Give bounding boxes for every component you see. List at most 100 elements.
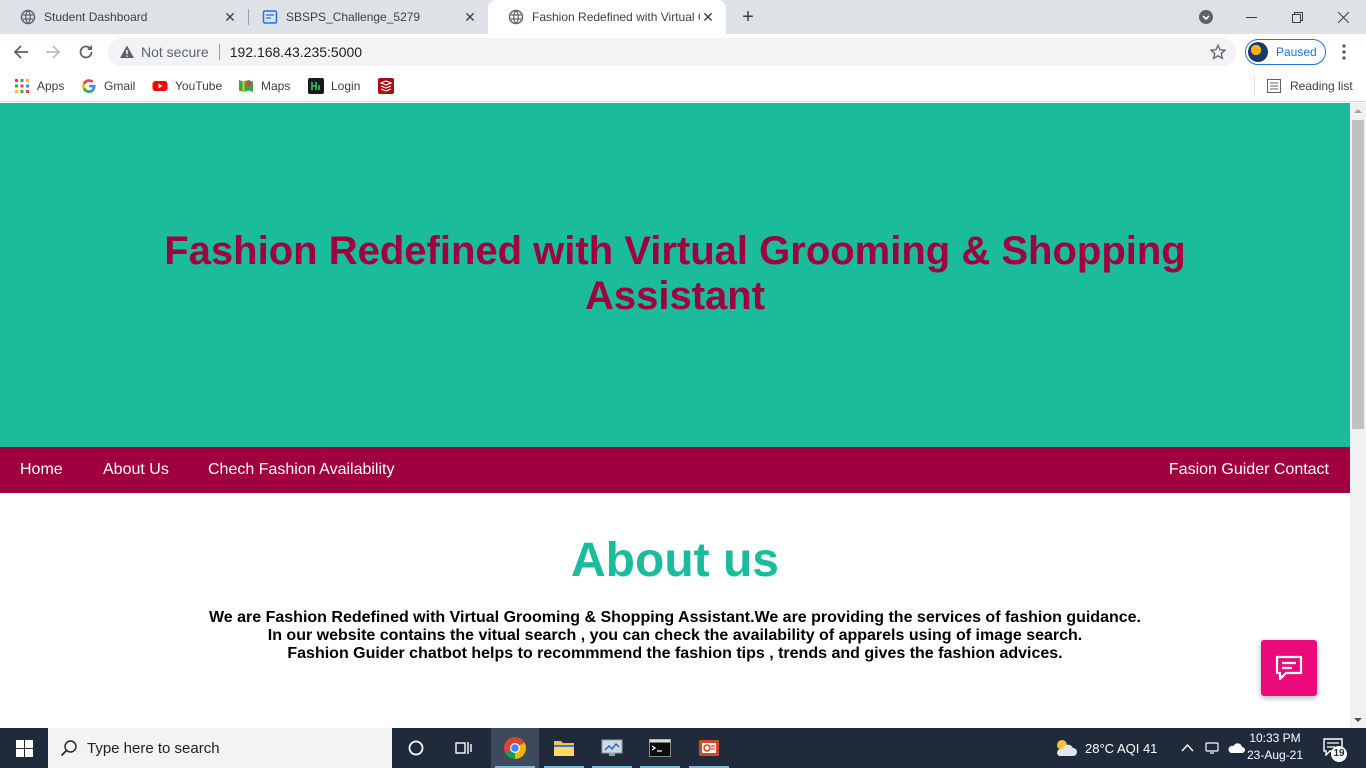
warning-icon[interactable] [119, 44, 135, 60]
bookmark-login[interactable]: Login [308, 76, 360, 96]
close-icon [1337, 11, 1349, 23]
tab-fashion-redefined[interactable]: Fashion Redefined with Virtual Gr ✕ [488, 0, 726, 34]
device-icon[interactable] [1205, 740, 1219, 756]
tab-title: Student Dashboard [44, 10, 148, 24]
about-heading: About us [571, 534, 779, 587]
reading-list-label: Reading list [1290, 79, 1353, 93]
bookmarks-bar: Apps Gmail YouTube Maps Login Reading li… [0, 70, 1366, 102]
nav-about-us[interactable]: About Us [103, 447, 169, 493]
more-menu-icon[interactable] [1336, 43, 1352, 61]
page-title: Fashion Redefined with Virtual Grooming … [164, 229, 1186, 318]
bookmark-maps[interactable]: Maps [238, 76, 290, 96]
weather-icon[interactable] [1053, 737, 1077, 759]
browser-tab-strip: Student Dashboard ✕ SBSPS_Challenge_5279… [0, 0, 1366, 34]
omnibox-divider [218, 44, 220, 60]
new-tab-button[interactable]: + [737, 6, 759, 28]
monitor-chart-icon [601, 739, 623, 756]
reload-button[interactable] [73, 39, 99, 65]
chat-icon [1275, 655, 1303, 681]
chatbot-button[interactable] [1261, 640, 1317, 696]
tab-sbsps-challenge[interactable]: SBSPS_Challenge_5279 ✕ [242, 0, 488, 34]
minimize-icon [1245, 16, 1257, 18]
profile-status: Paused [1276, 45, 1317, 59]
taskbar-chrome[interactable] [491, 728, 539, 768]
vertical-scrollbar[interactable] [1350, 103, 1366, 728]
back-button[interactable] [8, 39, 34, 65]
cortana-icon [408, 740, 424, 756]
taskbar-file-explorer[interactable] [540, 728, 588, 768]
restore-button[interactable] [1274, 0, 1320, 34]
close-tab-icon[interactable]: ✕ [462, 9, 478, 26]
browser-toolbar: Not secure 192.168.43.235:5000 Paused [0, 34, 1366, 70]
nav-fashion-guider-contact[interactable]: Fasion Guider Contact [1169, 447, 1329, 493]
avatar [1248, 42, 1268, 62]
security-label[interactable]: Not secure [141, 44, 209, 60]
presentation-icon [699, 740, 719, 756]
bookmark-apps[interactable]: Apps [14, 76, 64, 96]
reload-icon [79, 45, 93, 59]
scroll-down-arrow-icon[interactable] [1350, 712, 1366, 728]
taskbar-powerpoint[interactable] [685, 728, 733, 768]
maps-icon [239, 80, 253, 92]
bookmark-youtube[interactable]: YouTube [152, 76, 222, 96]
forward-button[interactable] [40, 39, 66, 65]
hackerrank-icon [308, 78, 324, 94]
bookmark-gmail[interactable]: Gmail [81, 76, 135, 96]
reading-list-icon [1267, 79, 1281, 93]
cortana-button[interactable] [392, 728, 440, 768]
windows-taskbar: Type here to search 28°C AQI 41 10:33 PM… [0, 728, 1366, 768]
bookmark-unnamed[interactable] [378, 76, 401, 96]
bookmark-label: Apps [37, 79, 65, 93]
profile-button[interactable]: Paused [1245, 39, 1326, 65]
windows-logo-icon [15, 739, 33, 757]
bookmark-star-icon[interactable] [1210, 44, 1226, 60]
taskbar-photos-app[interactable] [588, 728, 636, 768]
weather-text[interactable]: 28°C AQI 41 [1085, 728, 1157, 768]
tab-student-dashboard[interactable]: Student Dashboard ✕ [0, 0, 248, 34]
bookmark-label: YouTube [175, 79, 223, 93]
bookmark-site-icon [378, 78, 394, 94]
close-window-button[interactable] [1320, 0, 1366, 34]
clock-time: 10:33 PM [1249, 731, 1301, 745]
start-button[interactable] [0, 728, 48, 768]
chevron-up-icon[interactable] [1181, 742, 1194, 754]
apps-grid-icon [15, 79, 29, 93]
close-tab-icon[interactable]: ✕ [222, 9, 238, 26]
document-icon [262, 10, 278, 24]
globe-icon [20, 9, 36, 25]
search-icon [60, 740, 77, 757]
url-text[interactable]: 192.168.43.235:5000 [230, 44, 362, 60]
page-viewport: Fashion Redefined with Virtual Grooming … [0, 103, 1350, 728]
notification-badge: 19 [1331, 746, 1347, 762]
tab-search-icon[interactable] [1198, 9, 1214, 25]
folder-icon [554, 741, 574, 756]
reading-list-button[interactable]: Reading list [1254, 76, 1353, 96]
scroll-up-arrow-icon[interactable] [1350, 103, 1366, 119]
bookmark-label: Login [331, 79, 361, 93]
main-nav: Home About Us Chech Fashion Availability… [0, 447, 1350, 493]
taskbar-search-box[interactable]: Type here to search [48, 728, 392, 768]
youtube-icon [152, 81, 168, 91]
about-text: We are Fashion Redefined with Virtual Gr… [0, 609, 1350, 663]
close-tab-icon[interactable]: ✕ [700, 9, 716, 26]
taskbar-clock[interactable]: 10:33 PM 23-Aug-21 [1242, 730, 1308, 764]
terminal-icon [649, 739, 671, 757]
arrow-right-icon [46, 45, 61, 59]
globe-icon [508, 9, 524, 25]
nav-home[interactable]: Home [20, 447, 63, 493]
tab-title: Fashion Redefined with Virtual Gr [532, 10, 700, 24]
minimize-button[interactable] [1228, 0, 1274, 34]
nav-check-fashion-availability[interactable]: Chech Fashion Availability [208, 447, 394, 493]
taskbar-terminal[interactable] [636, 728, 684, 768]
taskbar-search-placeholder: Type here to search [87, 739, 220, 757]
about-line: In our website contains the vitual searc… [267, 627, 1083, 644]
hero-banner: Fashion Redefined with Virtual Grooming … [0, 103, 1350, 447]
address-bar[interactable]: Not secure 192.168.43.235:5000 [108, 38, 1236, 66]
clock-date: 23-Aug-21 [1246, 748, 1304, 762]
notification-center-button[interactable]: 19 [1323, 738, 1347, 762]
chrome-icon [504, 737, 526, 759]
arrow-left-icon [13, 45, 28, 59]
scroll-thumb[interactable] [1352, 120, 1364, 429]
google-icon [82, 79, 96, 93]
task-view-button[interactable] [440, 728, 488, 768]
